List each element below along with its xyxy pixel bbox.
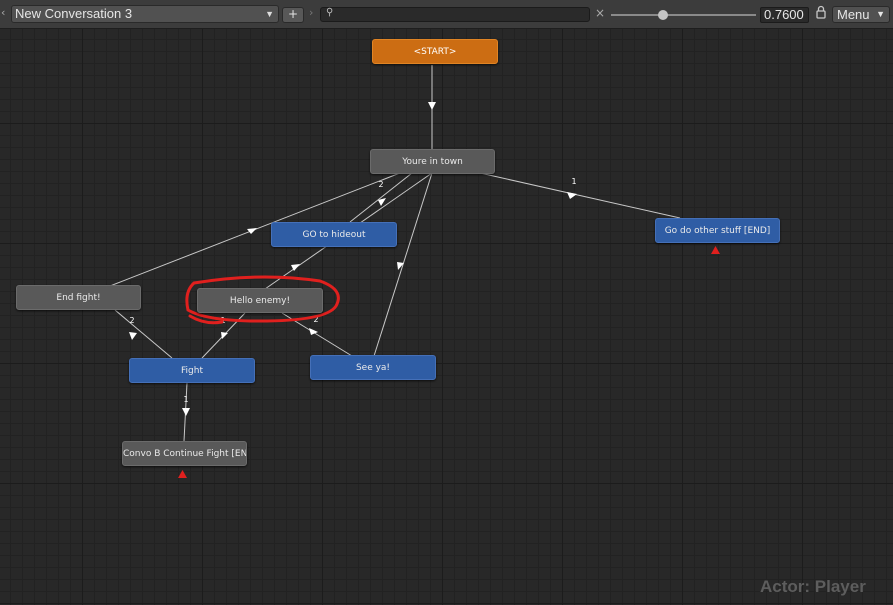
arrow-head bbox=[221, 332, 228, 339]
add-conversation-button[interactable]: + bbox=[282, 7, 304, 23]
link-label: 1 bbox=[571, 177, 576, 186]
search-input[interactable] bbox=[339, 8, 585, 21]
arrow-head bbox=[182, 408, 190, 416]
menu-label: Menu bbox=[837, 7, 870, 22]
lock-icon[interactable] bbox=[816, 5, 826, 19]
arrow-head bbox=[428, 102, 436, 110]
link-layer: 2 1 2 2 1 1 bbox=[109, 65, 720, 478]
menu-dropdown[interactable]: Menu ▼ bbox=[832, 6, 890, 23]
conversation-dropdown[interactable]: New Conversation 3 ▼ bbox=[11, 5, 279, 23]
end-marker-icon bbox=[178, 470, 187, 478]
arrow-head bbox=[129, 332, 137, 340]
search-icon: ⚲ bbox=[326, 7, 334, 18]
zoom-slider-track[interactable] bbox=[611, 14, 756, 16]
node-go-to-hideout[interactable]: GO to hideout bbox=[271, 222, 397, 247]
toolbar: ‹ New Conversation 3 ▼ + › ⚲ × 0.7600 Me… bbox=[0, 0, 893, 29]
node-hello-enemy[interactable]: Hello enemy! bbox=[197, 288, 323, 313]
node-go-do-other-stuff[interactable]: Go do other stuff [END] bbox=[655, 218, 780, 243]
link-label: 2 bbox=[129, 316, 134, 325]
link-label: 2 bbox=[378, 180, 383, 189]
search-field[interactable]: ⚲ bbox=[320, 7, 590, 22]
node-start[interactable]: <START> bbox=[372, 39, 498, 64]
arrow-head bbox=[567, 192, 577, 199]
node-see-ya[interactable]: See ya! bbox=[310, 355, 436, 380]
chevron-right-icon[interactable]: › bbox=[309, 6, 313, 19]
link-label: 1 bbox=[183, 395, 188, 404]
link-end-fight-fight bbox=[114, 309, 173, 359]
chevron-down-icon: ▼ bbox=[265, 9, 274, 19]
clear-search-icon[interactable]: × bbox=[595, 6, 605, 20]
node-end-fight[interactable]: End fight! bbox=[16, 285, 141, 310]
conversation-name: New Conversation 3 bbox=[15, 6, 133, 21]
chevron-left-icon[interactable]: ‹ bbox=[1, 6, 5, 19]
chevron-down-icon: ▼ bbox=[876, 9, 885, 19]
node-fight[interactable]: Fight bbox=[129, 358, 255, 383]
actor-label: Actor: Player bbox=[760, 577, 866, 596]
zoom-value-field[interactable]: 0.7600 bbox=[760, 7, 809, 23]
zoom-slider-handle[interactable] bbox=[658, 10, 668, 20]
node-youre-in-town[interactable]: Youre in town bbox=[370, 149, 495, 174]
link-town-other-stuff bbox=[479, 172, 681, 219]
arrow-head bbox=[247, 228, 257, 234]
end-marker-icon bbox=[711, 246, 720, 254]
node-convo-b-continue-fight[interactable]: Convo B Continue Fight [EN bbox=[122, 441, 247, 466]
node-editor-canvas[interactable]: 2 1 2 2 1 1 <START> Youre in town GO to … bbox=[0, 29, 893, 605]
